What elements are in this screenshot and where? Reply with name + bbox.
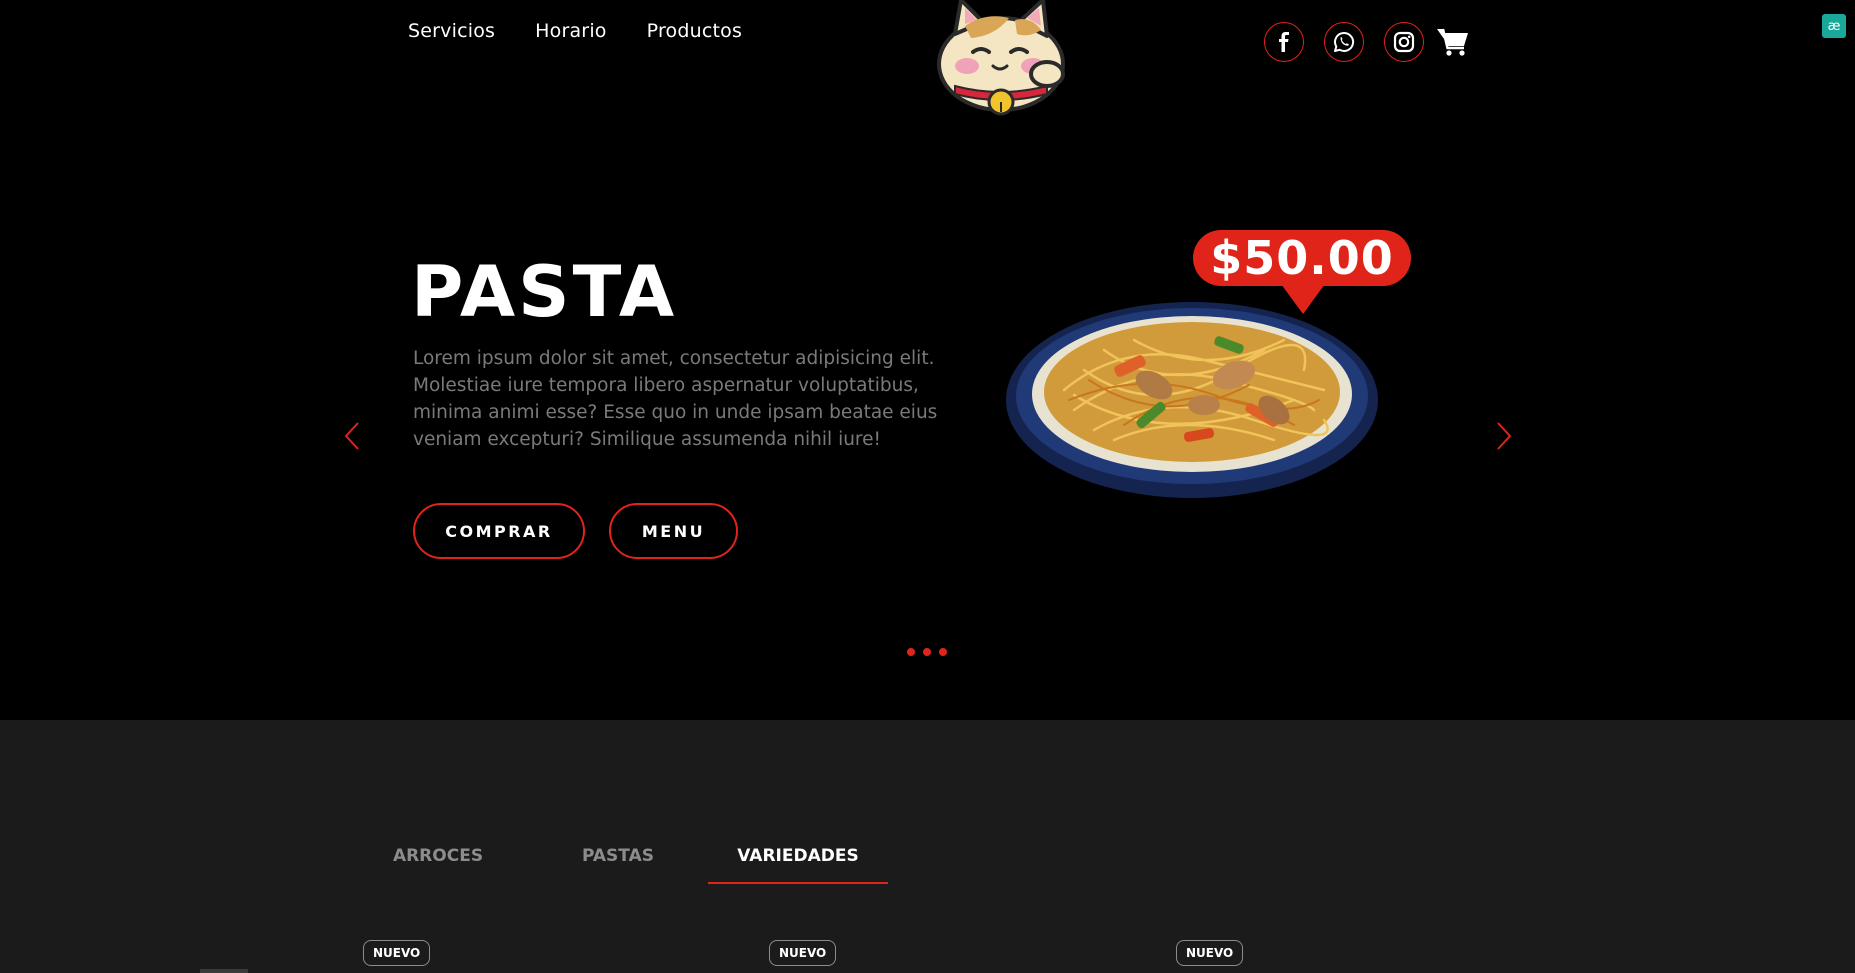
whatsapp-icon[interactable] — [1324, 22, 1364, 62]
tab-variedades[interactable]: VARIEDADES — [708, 842, 888, 884]
carousel-dot-1[interactable] — [907, 648, 915, 656]
new-badge: NUEVO — [1176, 940, 1244, 966]
new-badge: NUEVO — [769, 940, 837, 966]
facebook-icon[interactable] — [1264, 22, 1304, 62]
tab-arroces[interactable]: ARROCES — [348, 842, 528, 884]
carousel-dot-3[interactable] — [939, 648, 947, 656]
product-card-edge — [200, 969, 248, 973]
nav-link-productos[interactable]: Productos — [647, 20, 742, 42]
main-nav: Servicios Horario Productos — [408, 20, 742, 42]
new-badge: NUEVO — [363, 940, 431, 966]
browser-extension-icon[interactable]: æ — [1822, 14, 1846, 38]
slide-title: PASTA — [411, 251, 678, 333]
nav-link-horario[interactable]: Horario — [535, 20, 606, 42]
nav-link-servicios[interactable]: Servicios — [408, 20, 495, 42]
carousel-next-button[interactable] — [1489, 418, 1519, 454]
tab-pastas[interactable]: PASTAS — [528, 842, 708, 884]
carousel-indicators — [907, 648, 947, 656]
instagram-icon[interactable] — [1384, 22, 1424, 62]
slide-description: Lorem ipsum dolor sit amet, consectetur … — [413, 348, 938, 450]
lucky-cat-logo[interactable] — [925, 0, 1075, 119]
menu-section: ARROCES PASTAS VARIEDADES — [0, 720, 1855, 973]
chevron-left-icon — [344, 422, 359, 450]
carousel-dot-2[interactable] — [923, 648, 931, 656]
cart-icon[interactable] — [1436, 25, 1470, 59]
social-links — [1264, 22, 1470, 62]
menu-button[interactable]: MENU — [609, 503, 738, 559]
category-tabs: ARROCES PASTAS VARIEDADES — [348, 842, 888, 884]
price-tag: $50.00 — [1193, 230, 1411, 286]
pasta-dish-image — [1006, 302, 1378, 498]
chevron-right-icon — [1497, 422, 1512, 450]
carousel-prev-button[interactable] — [337, 418, 367, 454]
buy-button[interactable]: COMPRAR — [413, 503, 585, 559]
price-tag-pointer — [1281, 284, 1325, 314]
hero-section: Servicios Horario Productos æ PASTA Lore… — [0, 0, 1855, 720]
